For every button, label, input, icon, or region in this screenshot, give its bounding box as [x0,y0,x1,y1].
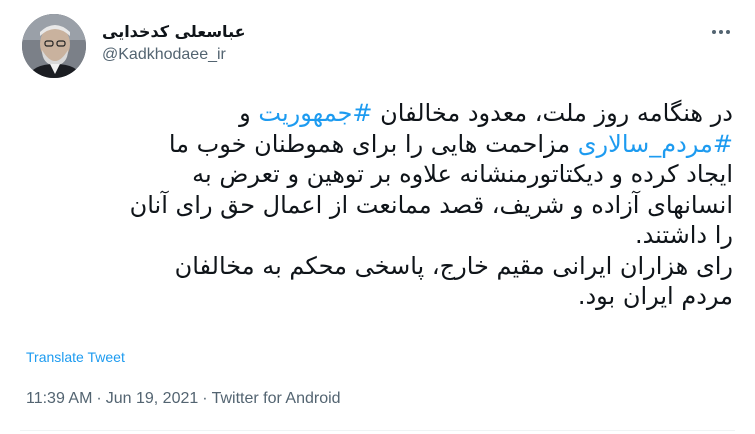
tweet-meta: 11:39 AM · Jun 19, 2021 · Twitter for Androi… [26,390,341,408]
user-handle[interactable]: @Kadkhodaee_ir [102,46,246,64]
tweet-header: عباسعلی کدخدایی @Kadkhodaee_ir [22,14,735,78]
tweet-card: عباسعلی کدخدایی @Kadkhodaee_ir در هنگامه… [0,0,755,434]
tweet-time[interactable]: 11:39 AM [26,390,92,407]
meta-separator: · [96,390,102,407]
divider [20,430,735,431]
tweet-text-segment: در هنگامه روز ملت، معدود مخالفان [372,99,733,127]
avatar[interactable] [22,14,86,78]
hashtag-link-jomhouriat[interactable]: #جمهوریت [258,99,372,127]
more-dots-icon [712,30,730,34]
tweet-date[interactable]: Jun 19, 2021 [106,390,199,407]
translate-tweet-link[interactable]: Translate Tweet [26,349,125,365]
more-button[interactable] [707,18,735,46]
user-names: عباسعلی کدخدایی @Kadkhodaee_ir [102,22,246,64]
tweet-source[interactable]: Twitter for Android [212,390,341,407]
display-name[interactable]: عباسعلی کدخدایی [102,22,246,42]
hashtag-link-mardomsalari[interactable]: #مردم_سالاری [578,130,733,158]
tweet-text: در هنگامه روز ملت، معدود مخالفان #جمهوری… [18,98,733,312]
tweet-text-segment: و [239,99,251,127]
avatar-photo [22,14,86,78]
meta-separator: · [202,390,208,407]
